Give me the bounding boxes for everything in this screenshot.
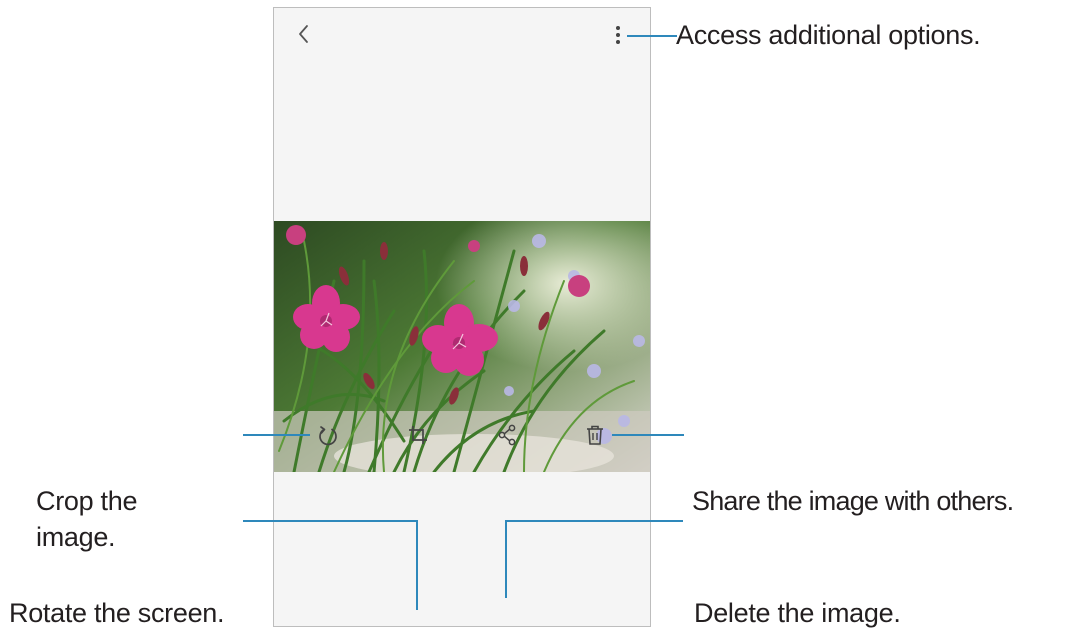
more-options-icon[interactable] xyxy=(614,24,622,46)
delete-label: Delete the image. xyxy=(694,598,901,628)
rotate-callout-line xyxy=(243,434,310,436)
share-label: Share the image with others. xyxy=(692,486,1014,516)
trash-icon[interactable] xyxy=(585,424,605,446)
crop-icon[interactable] xyxy=(407,424,429,446)
rotate-icon[interactable] xyxy=(316,424,340,448)
more-options-callout-line xyxy=(627,35,677,37)
share-callout-line-v xyxy=(505,520,507,598)
crop-callout-line-h xyxy=(243,520,418,522)
share-icon[interactable] xyxy=(497,424,517,446)
phone-screen xyxy=(273,7,651,627)
crop-callout-line-v xyxy=(416,520,418,610)
delete-callout-line xyxy=(612,434,684,436)
crop-label-line2: image. xyxy=(36,522,116,552)
more-options-label: Access additional options. xyxy=(676,20,981,50)
back-icon[interactable] xyxy=(296,22,312,46)
share-callout-line-h xyxy=(505,520,683,522)
crop-label-line1: Crop the xyxy=(36,486,138,516)
rotate-label: Rotate the screen. xyxy=(9,598,225,628)
